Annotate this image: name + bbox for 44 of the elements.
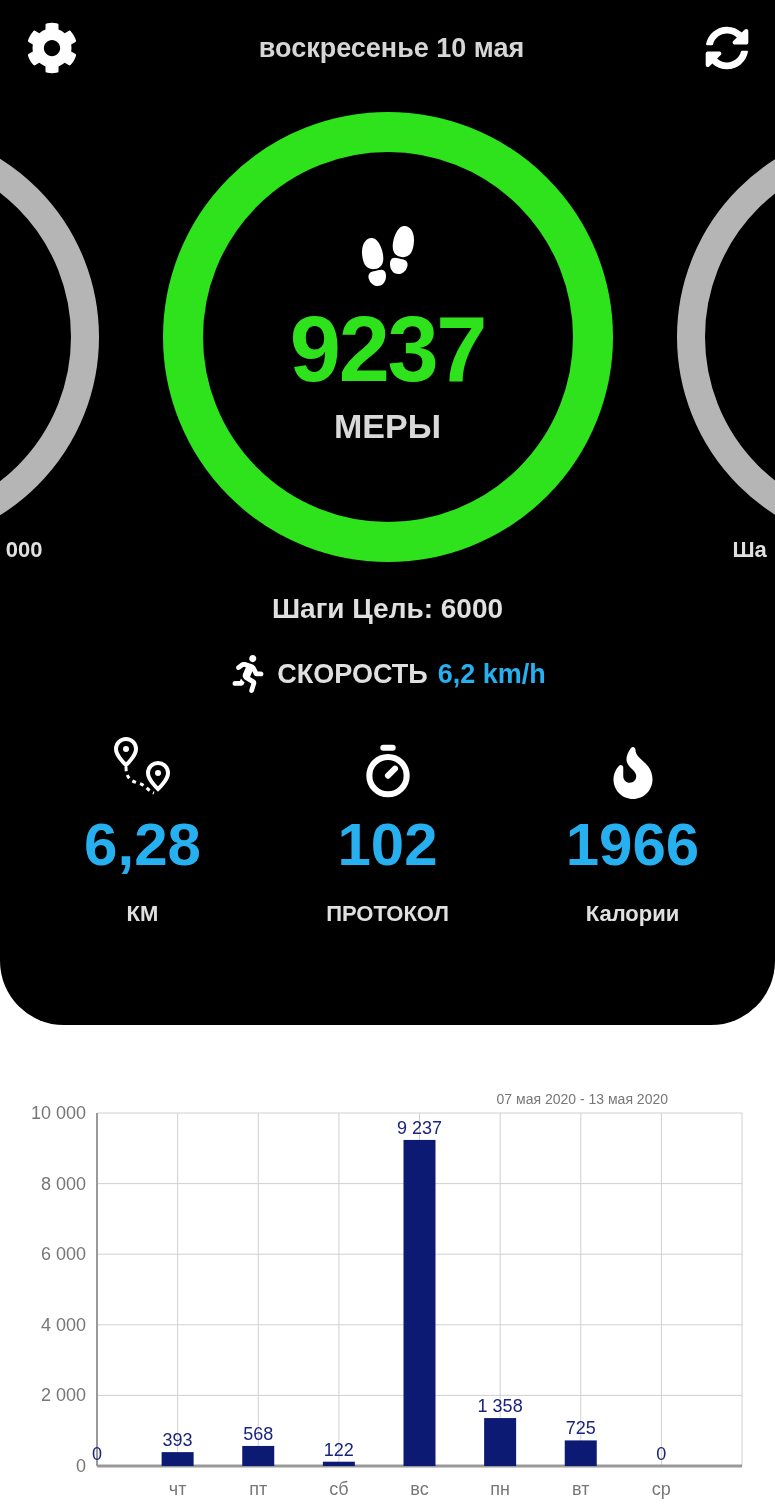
chart-bar (484, 1418, 517, 1466)
date-title: воскресенье 10 мая (258, 31, 525, 65)
stat-value: 1966 (565, 814, 700, 875)
stat-value: 6,28 (84, 814, 201, 875)
bar-value-label: 568 (243, 1423, 274, 1444)
bar-value-label: 9 237 (397, 1117, 442, 1138)
stat-label: ПРОТОКОЛ (326, 899, 449, 928)
x-axis-label: пт (249, 1479, 268, 1499)
bar-value-label: 122 (323, 1439, 354, 1460)
y-axis-label: 8 000 (40, 1173, 86, 1194)
y-axis-label: 6 000 (40, 1244, 86, 1265)
step-count: 9237 (289, 303, 486, 395)
steps-goal: Шаги Цель: 6000 (271, 592, 504, 626)
y-axis-label: 10 000 (30, 1103, 86, 1123)
refresh-icon[interactable] (705, 26, 749, 70)
stat-label: Калории (585, 899, 680, 928)
x-axis-label: чт (168, 1479, 187, 1499)
settings-icon[interactable] (26, 22, 78, 74)
bar-value-label: 1 358 (477, 1396, 523, 1417)
bar-value-label: 393 (162, 1430, 193, 1451)
chart-bar (322, 1461, 355, 1466)
bar-value-label: 0 (656, 1444, 667, 1464)
chart-title: 07 мая 2020 - 13 мая 2020 (496, 1091, 668, 1107)
x-axis-label: вт (572, 1479, 590, 1499)
stat-label: КМ (126, 899, 159, 928)
chart-bar (242, 1445, 275, 1466)
goal-label: 000 (5, 539, 44, 561)
x-axis-label: вс (410, 1479, 429, 1499)
x-axis-label: ср (651, 1479, 671, 1499)
x-axis-label: сб (329, 1479, 349, 1499)
chart-bar (564, 1440, 597, 1466)
speed-label: СКОРОСТЬ (277, 658, 428, 691)
x-axis-label: пн (490, 1479, 510, 1499)
y-axis-label: 0 (76, 1456, 86, 1476)
y-axis-label: 2 000 (40, 1385, 86, 1406)
bar-value-label: 725 (565, 1418, 596, 1439)
chart-bar (161, 1452, 194, 1466)
speed-value: 6,2 km/h (437, 658, 546, 691)
y-axis-label: 4 000 (40, 1314, 86, 1335)
steps-unit: МЕРЫ (334, 409, 441, 443)
flame-icon (610, 746, 655, 799)
bar-value-label: 0 (92, 1444, 102, 1464)
stat-value: 102 (337, 814, 438, 875)
goal-label: Ша (731, 539, 767, 561)
